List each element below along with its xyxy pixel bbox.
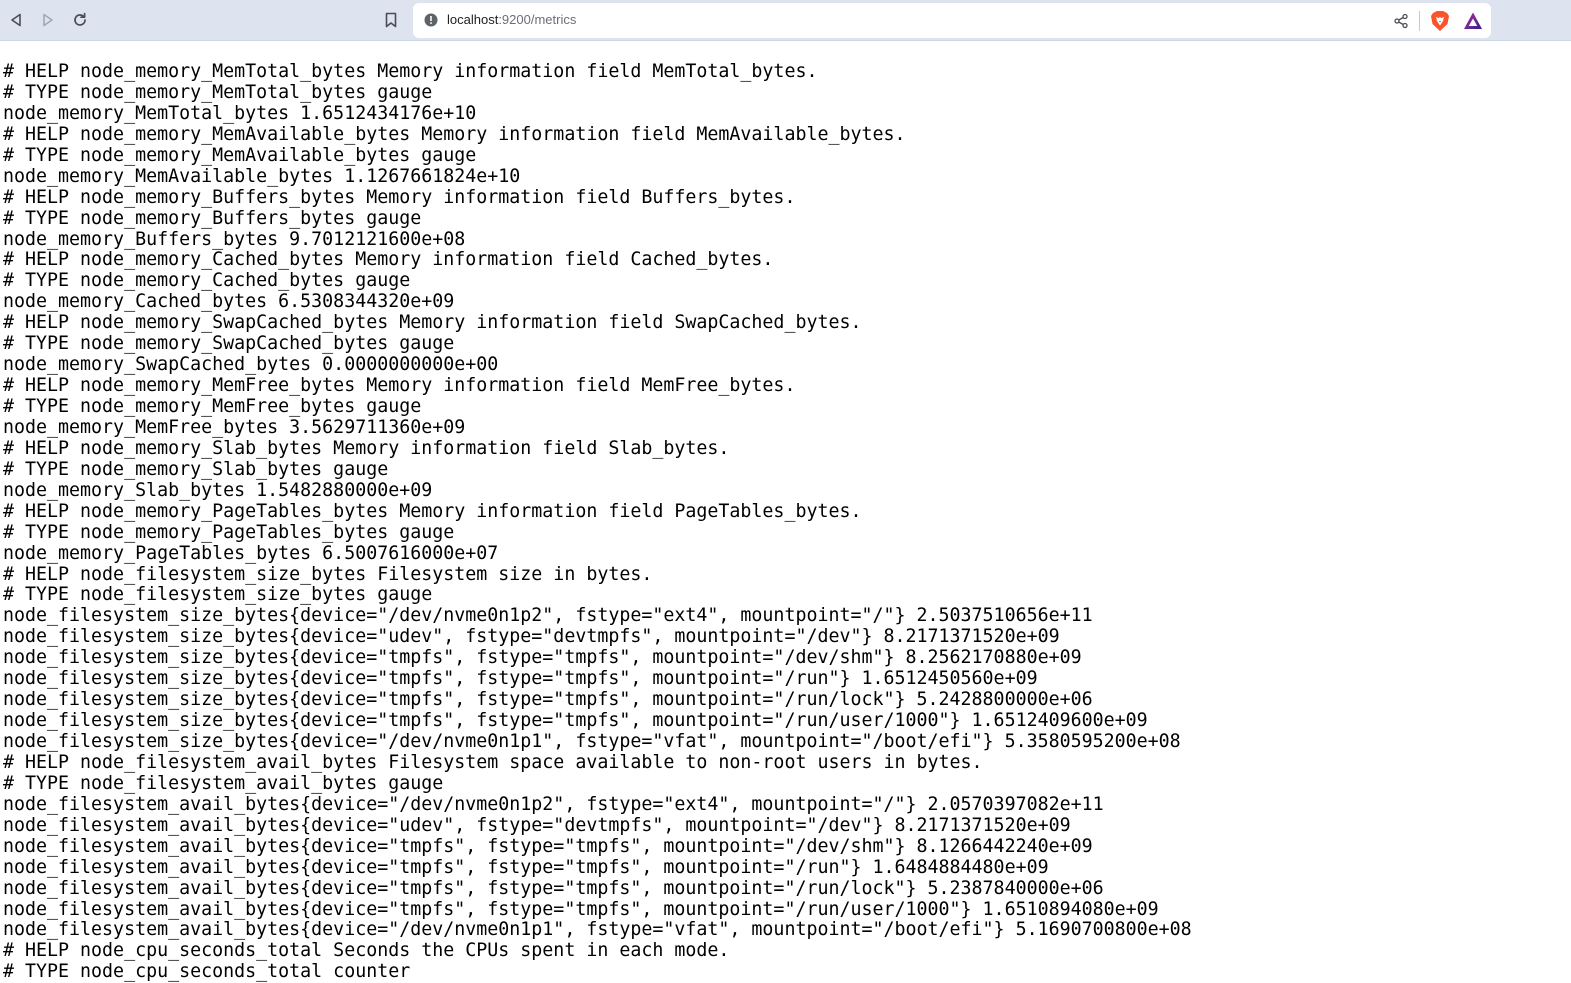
metrics-line: # HELP node_memory_PageTables_bytes Memo… [3, 500, 862, 522]
metrics-line: node_memory_Slab_bytes 1.5482880000e+09 [3, 479, 433, 501]
reload-button[interactable] [69, 9, 91, 31]
metrics-line: # TYPE node_memory_SwapCached_bytes gaug… [3, 333, 455, 355]
metrics-line: node_memory_MemAvailable_bytes 1.1267661… [3, 165, 521, 187]
metrics-line: node_filesystem_avail_bytes{device="/dev… [3, 919, 1192, 941]
back-button[interactable] [5, 9, 27, 31]
metrics-text: # HELP node_memory_MemTotal_bytes Memory… [3, 61, 1192, 983]
metrics-line: # HELP node_memory_MemAvailable_bytes Me… [3, 123, 906, 145]
metrics-line: node_filesystem_avail_bytes{device="tmpf… [3, 856, 1049, 878]
metrics-line: node_filesystem_avail_bytes{device="tmpf… [3, 877, 1104, 899]
reload-icon [74, 12, 86, 26]
metrics-line: # TYPE node_memory_Buffers_bytes gauge [3, 207, 422, 229]
back-arrow-icon [11, 13, 21, 27]
metrics-line: node_memory_MemTotal_bytes 1.6512434176e… [3, 102, 477, 124]
metrics-line: node_filesystem_avail_bytes{device="udev… [3, 814, 1071, 836]
metrics-line: # TYPE node_memory_PageTables_bytes gaug… [3, 521, 455, 543]
url-text[interactable]: localhost:9200/metrics [447, 12, 576, 27]
forward-arrow-icon [43, 13, 53, 27]
metrics-line: # HELP node_memory_SwapCached_bytes Memo… [3, 312, 862, 334]
address-bar-divider [1419, 11, 1420, 31]
metrics-line: node_filesystem_size_bytes{device="tmpfs… [3, 710, 1148, 732]
metrics-line: # HELP node_memory_Cached_bytes Memory i… [3, 249, 774, 271]
metrics-line: # TYPE node_memory_MemTotal_bytes gauge [3, 81, 433, 103]
metrics-line: node_filesystem_size_bytes{device="tmpfs… [3, 689, 1093, 711]
address-bar[interactable]: localhost:9200/metrics [413, 3, 1491, 38]
share-icon[interactable] [1393, 13, 1409, 29]
url-host: localhost [447, 12, 499, 27]
metrics-line: node_filesystem_size_bytes{device="/dev/… [3, 731, 1181, 752]
metrics-line: # HELP node_memory_Slab_bytes Memory inf… [3, 437, 730, 459]
metrics-line: node_memory_PageTables_bytes 6.500761600… [3, 542, 499, 564]
metrics-line: node_filesystem_avail_bytes{device="/dev… [3, 793, 1104, 815]
metrics-line: node_memory_Cached_bytes 6.5308344320e+0… [3, 291, 455, 313]
brave-lion-icon[interactable] [1430, 10, 1450, 32]
metrics-line: # HELP node_memory_MemFree_bytes Memory … [3, 375, 796, 397]
metrics-line: # HELP node_memory_MemTotal_bytes Memory… [3, 61, 818, 82]
metrics-line: node_memory_Buffers_bytes 9.7012121600e+… [3, 228, 466, 250]
metrics-line: node_filesystem_size_bytes{device="udev"… [3, 626, 1060, 648]
metrics-line: node_memory_SwapCached_bytes 0.000000000… [3, 354, 499, 376]
metrics-line: # TYPE node_memory_Slab_bytes gauge [3, 458, 389, 480]
metrics-line: node_filesystem_avail_bytes{device="tmpf… [3, 835, 1093, 857]
metrics-line: # TYPE node_memory_Cached_bytes gauge [3, 270, 411, 292]
url-path: :9200/metrics [498, 12, 577, 27]
triangle-rewards-icon[interactable] [1463, 11, 1483, 31]
browser-toolbar: localhost:9200/metrics [0, 0, 1571, 41]
metrics-line: node_filesystem_size_bytes{device="tmpfs… [3, 647, 1082, 669]
metrics-line: # TYPE node_filesystem_avail_bytes gauge [3, 772, 444, 794]
info-icon[interactable] [424, 13, 438, 27]
metrics-line: # HELP node_cpu_seconds_total Seconds th… [3, 940, 730, 962]
metrics-line: # HELP node_memory_Buffers_bytes Memory … [3, 186, 796, 208]
metrics-line: node_filesystem_size_bytes{device="tmpfs… [3, 668, 1038, 690]
metrics-line: # TYPE node_memory_MemFree_bytes gauge [3, 396, 422, 417]
metrics-line: # TYPE node_memory_MemAvailable_bytes ga… [3, 144, 477, 166]
metrics-line: # HELP node_filesystem_avail_bytes Files… [3, 751, 983, 773]
metrics-line: # TYPE node_filesystem_size_bytes gauge [3, 584, 433, 606]
metrics-line: node_filesystem_size_bytes{device="/dev/… [3, 605, 1093, 627]
bookmark-button[interactable] [380, 9, 402, 31]
bookmark-icon [385, 12, 397, 28]
metrics-line: node_filesystem_avail_bytes{device="tmpf… [3, 898, 1159, 920]
metrics-line: # HELP node_filesystem_size_bytes Filesy… [3, 563, 653, 585]
forward-button[interactable] [37, 9, 59, 31]
metrics-line: node_memory_MemFree_bytes 3.5629711360e+… [3, 416, 466, 438]
